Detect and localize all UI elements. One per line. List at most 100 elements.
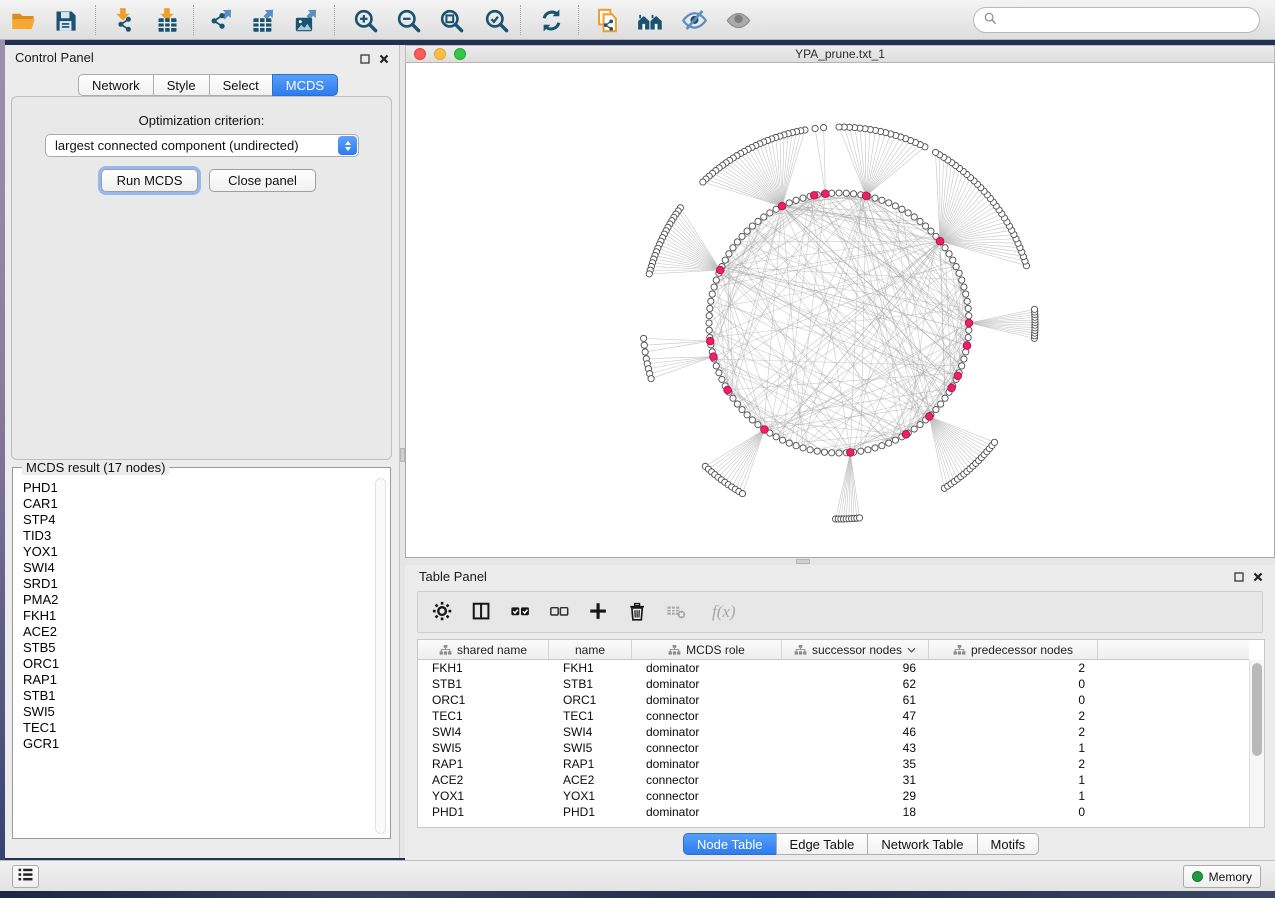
table-cell[interactable]: 43	[782, 740, 929, 756]
network-node[interactable]	[964, 298, 970, 304]
delete-column-button[interactable]	[623, 597, 653, 627]
network-window-titlebar[interactable]: YPA_prune.txt_1	[405, 45, 1275, 63]
mcds-result-item[interactable]: TID3	[23, 528, 374, 544]
network-node[interactable]	[749, 223, 755, 229]
mcds-result-item[interactable]: RAP1	[23, 672, 374, 688]
mcds-hub-node[interactable]	[716, 266, 724, 274]
network-node[interactable]	[899, 206, 905, 212]
search-field[interactable]	[973, 7, 1260, 33]
network-node[interactable]	[708, 298, 714, 304]
mcds-result-item[interactable]: YOX1	[23, 544, 374, 560]
network-node[interactable]	[722, 257, 728, 263]
network-node[interactable]	[793, 197, 799, 203]
network-node[interactable]	[821, 125, 827, 131]
mcds-result-item[interactable]: TEC1	[23, 720, 374, 736]
network-node[interactable]	[646, 271, 652, 277]
network-node[interactable]	[744, 412, 750, 418]
table-cell[interactable]: FKH1	[549, 660, 632, 676]
horizontal-splitter[interactable]	[405, 558, 1275, 565]
table-cell[interactable]: ORC1	[549, 692, 632, 708]
network-node[interactable]	[856, 515, 862, 521]
network-node[interactable]	[850, 191, 856, 197]
column-header-predecessor-nodes[interactable]: predecessor nodes	[929, 640, 1098, 660]
network-node[interactable]	[744, 228, 750, 234]
table-cell[interactable]: 47	[782, 708, 929, 724]
mcds-result-item[interactable]: SWI5	[23, 704, 374, 720]
table-cell[interactable]: dominator	[632, 692, 782, 708]
table-cell[interactable]: 62	[782, 676, 929, 692]
horizontal-splitter-grip[interactable]	[796, 559, 810, 564]
table-row[interactable]: ACE2ACE2connector311	[418, 772, 1249, 788]
import-table-button[interactable]	[148, 3, 186, 37]
mcds-result-item[interactable]: GCR1	[23, 736, 374, 752]
table-cell[interactable]: RAP1	[549, 756, 632, 772]
network-node[interactable]	[865, 447, 871, 453]
table-cell[interactable]: 2	[929, 724, 1098, 740]
network-node[interactable]	[917, 422, 923, 428]
mcds-hub-node[interactable]	[902, 431, 910, 439]
mcds-result-item[interactable]: PMA2	[23, 592, 374, 608]
run-mcds-button[interactable]: Run MCDS	[101, 169, 198, 192]
mcds-hub-node[interactable]	[724, 386, 732, 394]
zoom-fit-button[interactable]	[432, 3, 470, 37]
table-cell[interactable]: YOX1	[549, 788, 632, 804]
network-node[interactable]	[923, 223, 929, 229]
network-node[interactable]	[713, 363, 719, 369]
table-cell[interactable]: connector	[632, 772, 782, 788]
network-node[interactable]	[719, 376, 725, 382]
float-panel-icon[interactable]	[1234, 569, 1244, 587]
search-input[interactable]	[1003, 13, 1259, 28]
network-node[interactable]	[932, 149, 938, 155]
table-cell[interactable]: 96	[782, 660, 929, 676]
network-node[interactable]	[966, 313, 972, 319]
table-row[interactable]: YOX1YOX1connector291	[418, 788, 1249, 804]
network-node[interactable]	[905, 210, 911, 216]
network-node[interactable]	[892, 203, 898, 209]
mcds-hub-node[interactable]	[778, 202, 786, 210]
column-header-successor-nodes[interactable]: successor nodes	[782, 640, 929, 660]
network-node[interactable]	[946, 251, 952, 257]
export-table-button[interactable]	[244, 3, 282, 37]
network-node[interactable]	[953, 263, 959, 269]
table-cell[interactable]: 2	[929, 756, 1098, 772]
table-cell[interactable]: connector	[632, 788, 782, 804]
table-cell[interactable]: FKH1	[418, 660, 549, 676]
network-node[interactable]	[961, 284, 967, 290]
table-row[interactable]: TEC1TEC1connector472	[418, 708, 1249, 724]
network-node[interactable]	[739, 233, 745, 239]
export-image-button[interactable]	[287, 3, 325, 37]
table-cell[interactable]: ACE2	[418, 772, 549, 788]
table-cell[interactable]: 0	[929, 692, 1098, 708]
mcds-hub-node[interactable]	[706, 337, 714, 345]
network-node[interactable]	[966, 327, 972, 333]
column-header-shared-name[interactable]: shared name	[418, 640, 549, 660]
network-node[interactable]	[749, 417, 755, 423]
table-cell[interactable]: SWI5	[418, 740, 549, 756]
network-node[interactable]	[800, 445, 806, 451]
node-table-body[interactable]: FKH1FKH1dominator962STB1STB1dominator620…	[418, 660, 1249, 827]
save-session-button[interactable]	[46, 3, 84, 37]
network-node[interactable]	[700, 179, 706, 185]
tab-style[interactable]: Style	[153, 74, 210, 96]
table-cell[interactable]: connector	[632, 708, 782, 724]
tab-network-table[interactable]: Network Table	[867, 833, 977, 855]
network-node[interactable]	[726, 251, 732, 257]
mcds-hub-node[interactable]	[710, 353, 718, 361]
table-cell[interactable]: 2	[929, 708, 1098, 724]
network-node[interactable]	[892, 437, 898, 443]
network-node[interactable]	[641, 342, 647, 348]
table-row[interactable]: SWI4SWI4dominator462	[418, 724, 1249, 740]
network-node[interactable]	[928, 228, 934, 234]
mcds-hub-node[interactable]	[761, 426, 769, 434]
network-node[interactable]	[991, 439, 997, 445]
table-cell[interactable]: TEC1	[418, 708, 549, 724]
network-node[interactable]	[959, 363, 965, 369]
network-node[interactable]	[942, 395, 948, 401]
first-neighbors-button[interactable]	[631, 3, 669, 37]
network-node[interactable]	[872, 195, 878, 201]
network-node[interactable]	[786, 200, 792, 206]
table-cell[interactable]: 31	[782, 772, 929, 788]
optimization-criterion-select[interactable]: largest connected component (undirected)	[45, 134, 359, 157]
mcds-result-item[interactable]: STB1	[23, 688, 374, 704]
table-scrollbar-thumb[interactable]	[1252, 663, 1262, 756]
